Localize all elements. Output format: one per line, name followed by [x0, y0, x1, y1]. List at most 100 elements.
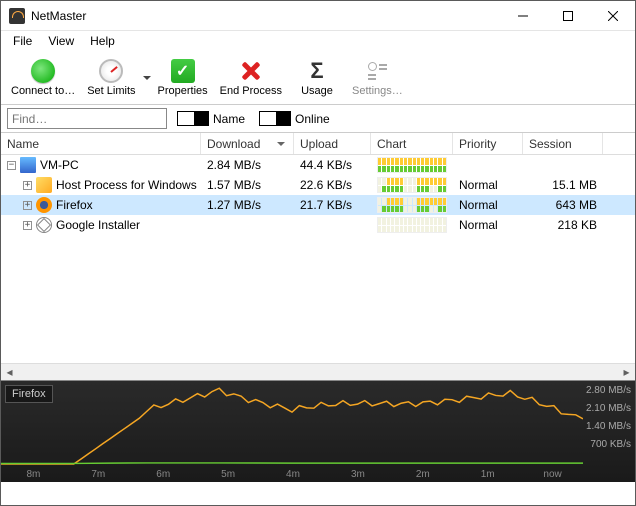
col-upload[interactable]: Upload	[294, 133, 371, 154]
cell-priority: Normal	[453, 175, 523, 195]
usage-label: Usage	[301, 85, 333, 97]
cell-upload: 21.7 KB/s	[294, 195, 371, 215]
chart-svg	[1, 381, 583, 466]
x-label: 1m	[455, 469, 520, 480]
bandwidth-chart: Firefox 2.80 MB/s2.10 MB/s1.40 MB/s700 K…	[1, 380, 635, 482]
y-label: 1.40 MB/s	[586, 421, 631, 432]
table-row[interactable]: − VM-PC 2.84 MB/s 44.4 KB/s	[1, 155, 635, 175]
cell-download	[201, 215, 294, 235]
col-priority[interactable]: Priority	[453, 133, 523, 154]
mini-chart	[377, 217, 447, 233]
cell-name: + Host Process for Windows …	[1, 175, 201, 195]
limits-dropdown[interactable]	[142, 53, 152, 103]
toggle-online[interactable]: Online	[259, 111, 330, 126]
cell-session: 15.1 MB	[523, 175, 603, 195]
process-icon	[36, 197, 52, 213]
cell-session: 643 MB	[523, 195, 603, 215]
cell-upload: 22.6 KB/s	[294, 175, 371, 195]
filter-bar: Name Online	[1, 105, 635, 133]
scroll-track[interactable]	[18, 364, 618, 380]
limits-icon	[99, 59, 123, 83]
toggle-name[interactable]: Name	[177, 111, 245, 126]
props-icon	[171, 59, 195, 83]
scroll-right-button[interactable]: ▸	[618, 364, 635, 380]
col-chart[interactable]: Chart	[371, 133, 453, 154]
connect-icon	[31, 59, 55, 83]
cell-name: + Google Installer	[1, 215, 201, 235]
props-button[interactable]: Properties	[152, 53, 214, 103]
x-label: 5m	[196, 469, 261, 480]
cell-chart	[371, 215, 453, 235]
cell-download: 1.57 MB/s	[201, 175, 294, 195]
cell-upload	[294, 215, 371, 235]
menu-view[interactable]: View	[40, 32, 82, 50]
settings-label: Settings…	[352, 85, 403, 97]
x-label: 3m	[325, 469, 390, 480]
col-name[interactable]: Name	[1, 133, 201, 154]
table-row[interactable]: + Google Installer Normal 218 KB	[1, 215, 635, 235]
usage-button[interactable]: Usage	[288, 53, 346, 103]
cell-upload: 44.4 KB/s	[294, 155, 371, 175]
col-download[interactable]: Download	[201, 133, 294, 154]
cell-download: 1.27 MB/s	[201, 195, 294, 215]
cell-name: − VM-PC	[1, 155, 201, 175]
y-label: 2.80 MB/s	[586, 385, 631, 396]
column-headers: Name Download Upload Chart Priority Sess…	[1, 133, 635, 155]
cell-priority: Normal	[453, 215, 523, 235]
cell-chart	[371, 155, 453, 175]
menu-help[interactable]: Help	[82, 32, 123, 50]
scroll-left-button[interactable]: ◂	[1, 364, 18, 380]
find-input[interactable]	[7, 108, 167, 129]
expander-icon[interactable]: +	[23, 201, 32, 210]
settings-button: Settings…	[346, 53, 409, 103]
y-label: 700 KB/s	[590, 439, 631, 450]
process-icon	[20, 157, 36, 173]
cell-chart	[371, 175, 453, 195]
menu-file[interactable]: File	[5, 32, 40, 50]
table-row[interactable]: + Firefox 1.27 MB/s 21.7 KB/s Normal 643…	[1, 195, 635, 215]
end-button[interactable]: End Process	[214, 53, 288, 103]
maximize-button[interactable]	[545, 1, 590, 31]
menu-bar: File View Help	[1, 31, 635, 51]
mini-chart	[377, 197, 447, 213]
x-label: 4m	[261, 469, 326, 480]
app-icon	[9, 8, 25, 24]
cell-priority	[453, 155, 523, 175]
end-label: End Process	[220, 85, 282, 97]
y-label: 2.10 MB/s	[586, 403, 631, 414]
minimize-button[interactable]	[500, 1, 545, 31]
expander-icon[interactable]: +	[23, 181, 32, 190]
switch-icon	[177, 111, 209, 126]
x-label: 8m	[1, 469, 66, 480]
h-scrollbar[interactable]: ◂ ▸	[1, 363, 635, 380]
x-label: now	[520, 469, 585, 480]
limits-button[interactable]: Set Limits	[81, 53, 141, 103]
usage-icon	[305, 59, 329, 83]
process-icon	[36, 217, 52, 233]
limits-label: Set Limits	[87, 85, 135, 97]
x-label: 6m	[131, 469, 196, 480]
mini-chart	[377, 157, 447, 173]
cell-name: + Firefox	[1, 195, 201, 215]
expander-icon[interactable]: −	[7, 161, 16, 170]
settings-icon	[365, 59, 389, 83]
props-label: Properties	[158, 85, 208, 97]
x-label: 7m	[66, 469, 131, 480]
table-row[interactable]: + Host Process for Windows … 1.57 MB/s 2…	[1, 175, 635, 195]
cell-chart	[371, 195, 453, 215]
cell-session	[523, 155, 603, 175]
close-button[interactable]	[590, 1, 635, 31]
title-bar: NetMaster	[1, 1, 635, 31]
expander-icon[interactable]: +	[23, 221, 32, 230]
process-icon	[36, 177, 52, 193]
cell-download: 2.84 MB/s	[201, 155, 294, 175]
process-list: − VM-PC 2.84 MB/s 44.4 KB/s + Host Proce…	[1, 155, 635, 363]
connect-button[interactable]: Connect to…	[5, 53, 81, 103]
end-icon	[239, 59, 263, 83]
col-session[interactable]: Session	[523, 133, 603, 154]
toolbar: Connect to… Set Limits Properties End Pr…	[1, 51, 635, 105]
cell-session: 218 KB	[523, 215, 603, 235]
mini-chart	[377, 177, 447, 193]
cell-priority: Normal	[453, 195, 523, 215]
connect-label: Connect to…	[11, 85, 75, 97]
